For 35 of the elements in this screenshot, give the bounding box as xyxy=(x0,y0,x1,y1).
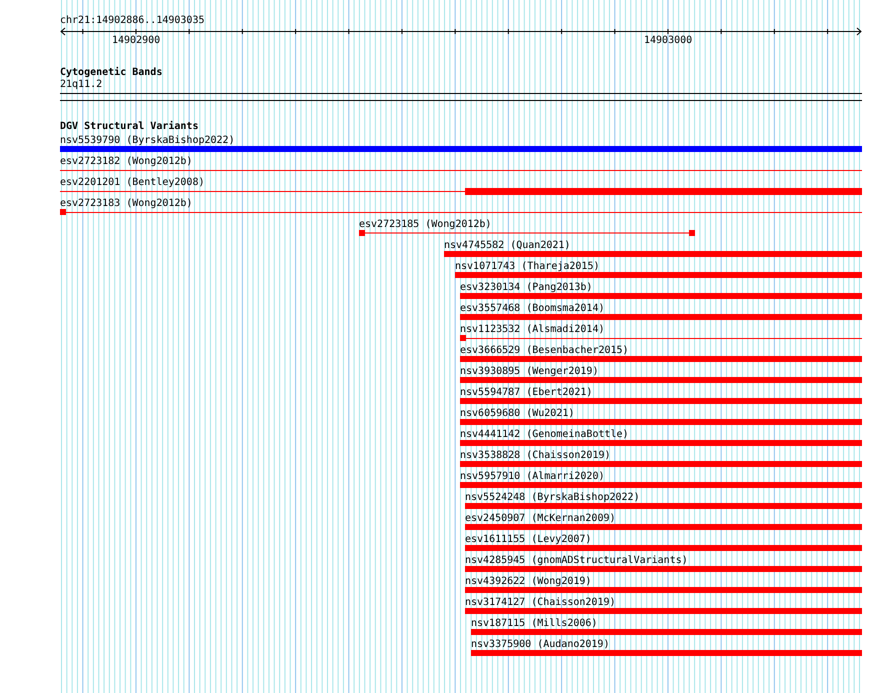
variant-label: nsv4285945 (gnomADStructuralVariants) xyxy=(465,555,688,567)
variant-label: nsv5594787 (Ebert2021) xyxy=(460,387,592,399)
variant-label: esv2723185 (Wong2012b) xyxy=(359,219,492,231)
variant-label: esv2723182 (Wong2012b) xyxy=(60,156,192,168)
variant-label: nsv3538828 (Chaisson2019) xyxy=(460,450,611,462)
location-label: chr21:14902886..14903035 xyxy=(60,15,204,27)
variant-label: nsv5524248 (ByrskaBishop2022) xyxy=(465,492,640,504)
variant-label: nsv187115 (Mills2006) xyxy=(471,618,598,630)
variant-label: nsv5957910 (Almarri2020) xyxy=(460,471,604,483)
variant-label: nsv3375900 (Audano2019) xyxy=(471,639,610,651)
variant-bar[interactable] xyxy=(60,188,862,195)
variant-label: esv3666529 (Besenbacher2015) xyxy=(460,345,629,357)
tick-label: 14902900 xyxy=(112,35,160,47)
variant-label: esv2201201 (Bentley2008) xyxy=(60,177,204,189)
variant-label: nsv3930895 (Wenger2019) xyxy=(460,366,598,378)
variant-line[interactable] xyxy=(60,209,862,215)
variant-line[interactable] xyxy=(460,335,862,341)
variant-label: esv3557468 (Boomsma2014) xyxy=(460,303,604,315)
variant-label: nsv5539790 (ByrskaBishop2022) xyxy=(60,135,235,147)
track-title: DGV Structural Variants xyxy=(60,121,198,133)
variant-label: esv1611155 (Levy2007) xyxy=(465,534,592,546)
variant-label: nsv1071743 (Thareja2015) xyxy=(455,261,600,273)
variant-label: esv2450907 (McKernan2009) xyxy=(465,513,616,525)
variant-label: esv2723183 (Wong2012b) xyxy=(60,198,192,210)
variant-label: nsv3174127 (Chaisson2019) xyxy=(465,597,616,609)
variant-label: nsv4441142 (GenomeinaBottle) xyxy=(460,429,629,441)
variant-label: nsv4392622 (Wong2019) xyxy=(465,576,592,588)
band-label: 21q11.2 xyxy=(60,79,102,91)
variant-label: nsv1123532 (Alsmadi2014) xyxy=(460,324,604,336)
variant-line[interactable] xyxy=(359,230,695,236)
variant-label: nsv6059680 (Wu2021) xyxy=(460,408,574,420)
track-title: Cytogenetic Bands xyxy=(60,67,162,79)
tick-label: 14903000 xyxy=(644,35,692,47)
variant-label: esv3230134 (Pang2013b) xyxy=(460,282,592,294)
variant-label: nsv4745582 (Quan2021) xyxy=(444,240,570,252)
